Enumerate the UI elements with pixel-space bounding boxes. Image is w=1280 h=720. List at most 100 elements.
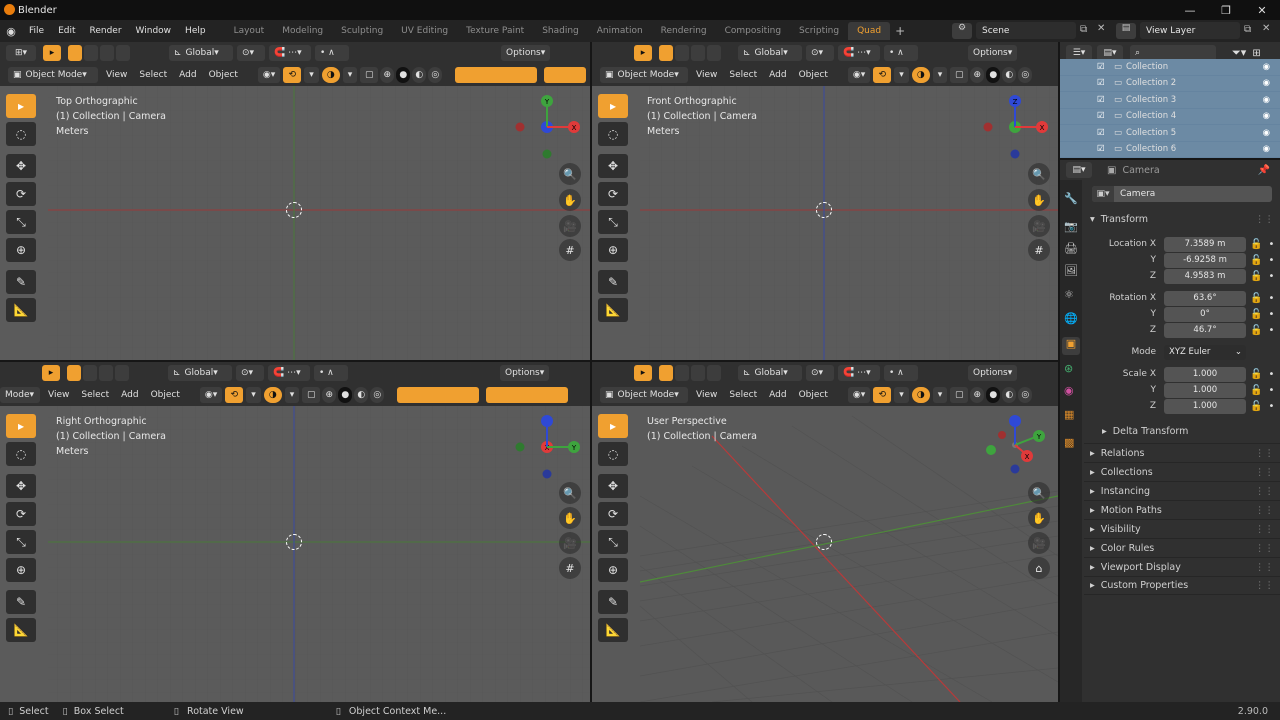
drag-handle-icon[interactable]: ⋮⋮ xyxy=(1255,580,1274,591)
lock-icon[interactable]: 🔓 xyxy=(1250,401,1262,412)
keyframe-dot-icon[interactable]: • xyxy=(1268,293,1274,304)
outliner-checkbox-icon[interactable]: ☑ xyxy=(1097,62,1105,72)
gizmo-toggle-icon[interactable]: ⟲ xyxy=(283,67,302,83)
shading-solid-icon[interactable]: ● xyxy=(338,387,353,403)
camera-view-icon[interactable]: 🎥 xyxy=(559,532,581,554)
outliner-checkbox-icon[interactable]: ☑ xyxy=(1097,128,1105,138)
tab-quad[interactable]: Quad xyxy=(848,22,891,40)
gizmo-toggle-icon[interactable]: ⟲ xyxy=(873,387,892,403)
lock-icon[interactable]: 🔓 xyxy=(1250,309,1262,320)
pivot-point-select[interactable]: ⊙▾ xyxy=(806,45,834,61)
select-tool-icon[interactable]: ▸ xyxy=(6,94,36,118)
shading-rendered-icon[interactable]: ◎ xyxy=(428,67,443,83)
select-menu[interactable]: Select xyxy=(75,390,115,400)
zoom-icon[interactable]: 🔍 xyxy=(1028,163,1050,185)
eye-icon[interactable]: ◉ xyxy=(1263,62,1270,72)
drag-handle-icon[interactable]: ⋮⋮ xyxy=(1255,562,1274,573)
keyframe-dot-icon[interactable]: • xyxy=(1268,255,1274,266)
outliner-row[interactable]: ☑ ▭ Collection 5 ◉ xyxy=(1060,125,1280,142)
select-mode-icon[interactable]: ▸ xyxy=(42,365,60,381)
rotate-tool-icon[interactable]: ⟳ xyxy=(598,502,628,526)
tab-rendering[interactable]: Rendering xyxy=(652,22,716,40)
select-extend-icon[interactable] xyxy=(675,365,689,381)
restore-icon[interactable]: ❐ xyxy=(1208,0,1244,20)
select-mode-icon[interactable]: ▸ xyxy=(634,45,652,61)
overlay-toggle-icon[interactable]: ◑ xyxy=(911,67,930,83)
add-workspace-icon[interactable]: + xyxy=(890,24,910,38)
drag-handle-icon[interactable]: ⋮⋮ xyxy=(1255,524,1274,535)
snap-select[interactable]: 🧲 ⋯▾ xyxy=(838,365,880,381)
select-mode-icon[interactable]: ▸ xyxy=(43,45,61,61)
keyframe-dot-icon[interactable]: • xyxy=(1268,385,1274,396)
menu-help[interactable]: Help xyxy=(178,26,213,36)
move-tool-icon[interactable]: ✥ xyxy=(598,474,628,498)
transform-tool-icon[interactable]: ⊕ xyxy=(598,238,628,262)
move-tool-icon[interactable]: ✥ xyxy=(6,154,36,178)
move-tool-icon[interactable]: ✥ xyxy=(598,154,628,178)
lock-icon[interactable]: 🔓 xyxy=(1250,325,1262,336)
tab-compositing[interactable]: Compositing xyxy=(716,22,790,40)
options-menu[interactable]: Options ▾ xyxy=(500,365,550,381)
ortho-grid-icon[interactable]: # xyxy=(1028,239,1050,261)
overlay-toggle-icon[interactable]: ◑ xyxy=(911,387,930,403)
drag-handle-icon[interactable]: ⋮⋮ xyxy=(1255,214,1274,225)
shading-solid-icon[interactable]: ● xyxy=(986,67,1001,83)
world-tab-icon[interactable]: 🌐 xyxy=(1064,312,1078,325)
pan-hand-icon[interactable]: ✋ xyxy=(1028,189,1050,211)
shading-rendered-icon[interactable]: ◎ xyxy=(370,387,385,403)
new-view-layer-icon[interactable]: ⧉ xyxy=(1244,24,1251,35)
object-name-field[interactable]: ▣▾ Camera xyxy=(1092,186,1272,202)
select-subtract-icon[interactable] xyxy=(691,45,705,61)
tab-uv-editing[interactable]: UV Editing xyxy=(392,22,457,40)
select-menu[interactable]: Select xyxy=(723,390,763,400)
shading-rendered-icon[interactable]: ◎ xyxy=(1018,67,1033,83)
data-tab-icon[interactable]: ▦ xyxy=(1064,408,1074,421)
outliner-row[interactable]: ☑ ▭ Collection ◉ xyxy=(1060,59,1280,76)
gizmo-dropdown[interactable]: ▾ xyxy=(894,387,909,403)
annotate-tool-icon[interactable]: ✎ xyxy=(598,590,628,614)
zoom-icon[interactable]: 🔍 xyxy=(559,482,581,504)
lock-icon[interactable]: 🔓 xyxy=(1250,385,1262,396)
shading-wireframe-icon[interactable]: ⊕ xyxy=(970,67,985,83)
drag-handle-icon[interactable]: ⋮⋮ xyxy=(1255,505,1274,516)
measure-tool-icon[interactable]: 📐 xyxy=(6,618,36,642)
snap-select[interactable]: 🧲 ⋯▾ xyxy=(838,45,880,61)
select-subtract-icon[interactable] xyxy=(99,365,113,381)
scale-z-field[interactable]: 1.000 xyxy=(1164,398,1246,414)
xray-toggle-icon[interactable]: ▢ xyxy=(302,387,321,403)
tab-texture-paint[interactable]: Texture Paint xyxy=(457,22,533,40)
overlay-dropdown[interactable]: ▾ xyxy=(284,387,300,403)
measure-tool-icon[interactable]: 📐 xyxy=(598,298,628,322)
header-tool-settings-bar-2[interactable] xyxy=(486,387,569,403)
camera-view-icon[interactable]: 🎥 xyxy=(1028,215,1050,237)
eye-icon[interactable]: ◉ xyxy=(1263,95,1270,105)
select-extend-icon[interactable] xyxy=(675,45,689,61)
keyframe-dot-icon[interactable]: • xyxy=(1268,309,1274,320)
visibility-select[interactable]: ◉▾ xyxy=(847,67,871,83)
viewport-canvas[interactable]: Top Orthographic (1) Collection | Camera… xyxy=(0,86,590,360)
select-tool-icon[interactable]: ▸ xyxy=(598,94,628,118)
transform-orientation-select[interactable]: ⊾ Global ▾ xyxy=(738,365,802,381)
snap-select[interactable]: 🧲 ⋯▾ xyxy=(269,45,311,61)
scene-field[interactable]: Scene xyxy=(976,22,1076,39)
options-menu[interactable]: Options ▾ xyxy=(968,365,1018,381)
panel-motion-paths[interactable]: ▸ Motion Paths ⋮⋮ xyxy=(1084,500,1280,519)
zoom-icon[interactable]: 🔍 xyxy=(559,163,581,185)
select-mode-icon[interactable]: ▸ xyxy=(634,365,652,381)
viewport-canvas[interactable]: User Perspective (1) Collection | Camera… xyxy=(592,406,1058,702)
shading-wireframe-icon[interactable]: ⊕ xyxy=(322,387,337,403)
annotate-tool-icon[interactable]: ✎ xyxy=(6,590,36,614)
cursor-tool-icon[interactable]: ◌ xyxy=(6,122,36,146)
shading-wireframe-icon[interactable]: ⊕ xyxy=(970,387,985,403)
ortho-grid-icon[interactable]: # xyxy=(559,557,581,579)
view-layer-tab-icon[interactable]: 🖼 xyxy=(1064,264,1078,277)
navigation-gizmo[interactable]: Z X xyxy=(982,90,1052,160)
annotate-tool-icon[interactable]: ✎ xyxy=(6,270,36,294)
cursor-tool-icon[interactable]: ◌ xyxy=(598,122,628,146)
select-intersect-icon[interactable] xyxy=(115,365,129,381)
view-menu[interactable]: View xyxy=(690,70,723,80)
overlay-toggle-icon[interactable]: ◑ xyxy=(321,67,340,83)
add-menu[interactable]: Add xyxy=(173,70,202,80)
gizmo-dropdown[interactable]: ▾ xyxy=(304,67,319,83)
object-mode-select[interactable]: Mode ▾ xyxy=(0,387,40,403)
